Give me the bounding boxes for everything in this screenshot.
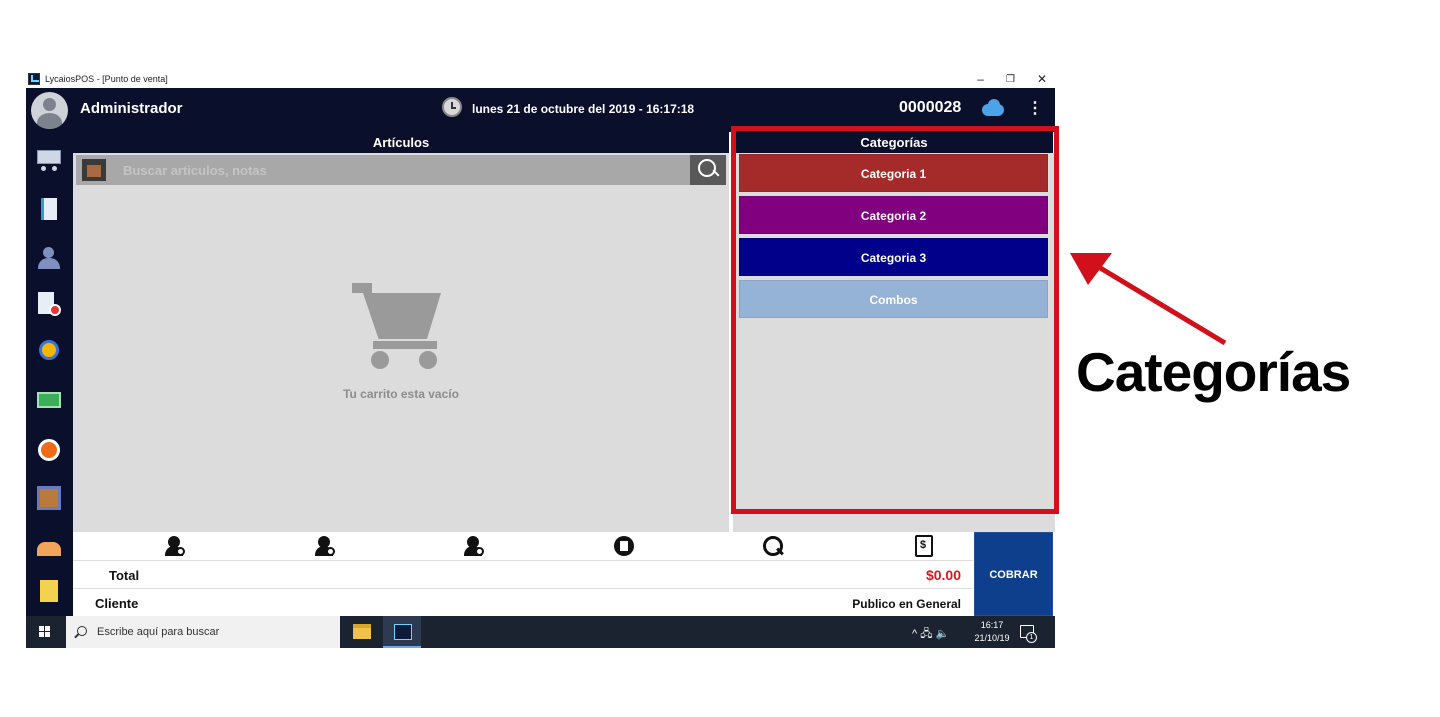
empty-cart-message: Tu carrito esta vacío	[343, 387, 459, 401]
search-customer-icon[interactable]	[314, 536, 335, 556]
team-icon	[37, 542, 61, 556]
client-name[interactable]: Publico en General	[852, 597, 961, 611]
sidebar-item-inventory[interactable]	[37, 486, 61, 510]
file-explorer-icon[interactable]	[353, 624, 371, 639]
document-icon	[41, 198, 57, 220]
search-bar	[76, 155, 726, 185]
cloud-sync-icon[interactable]	[980, 98, 1006, 116]
total-label: Total	[109, 568, 140, 583]
current-datetime: lunes 21 de octubre del 2019 - 16:17:18	[472, 102, 695, 116]
windows-taskbar: Escribe aquí para buscar ^ 🖧 🔈 16:17 21/…	[26, 616, 1055, 648]
taskbar-date: 21/10/19	[974, 633, 1010, 643]
notification-badge: 1	[1026, 632, 1037, 643]
box-icon[interactable]	[82, 159, 106, 181]
clock-icon	[442, 97, 462, 117]
sidebar-item-exit[interactable]	[37, 580, 61, 604]
app-logo-icon	[28, 73, 40, 85]
empty-cart-icon	[347, 279, 447, 379]
inventory-shelf-icon	[37, 486, 61, 510]
taskbar-clock[interactable]: 16:17 21/10/19	[970, 619, 1014, 645]
search-icon	[77, 626, 87, 636]
pos-app-taskbar-icon[interactable]	[383, 616, 421, 648]
user-name: Administrador	[80, 100, 183, 117]
copy-note-icon[interactable]	[614, 536, 634, 556]
highlight-box	[731, 126, 1059, 514]
money-icon	[37, 392, 61, 408]
sidebar-item-top[interactable]	[37, 340, 61, 364]
sidebar-item-team[interactable]	[37, 536, 61, 560]
search-button[interactable]	[690, 155, 726, 185]
taskbar-search-placeholder: Escribe aquí para buscar	[97, 626, 220, 638]
taskbar-search[interactable]: Escribe aquí para buscar	[66, 616, 340, 648]
charge-button[interactable]: COBRAR	[974, 532, 1053, 616]
search-icon[interactable]	[762, 535, 784, 557]
kebab-menu-icon[interactable]: ⋮	[1027, 99, 1043, 119]
minimize-button[interactable]: –	[977, 72, 984, 86]
window-titlebar: LycaiosPOS - [Punto de venta] – ❐ ✕	[26, 70, 1055, 88]
annotation-arrow	[1070, 253, 1227, 346]
top-badge-icon	[39, 340, 59, 360]
add-customer-icon[interactable]	[164, 536, 185, 556]
action-bar	[73, 532, 973, 560]
sidebar-item-customers[interactable]	[37, 246, 61, 270]
sidebar-item-cash[interactable]	[37, 388, 61, 412]
close-button[interactable]: ✕	[1037, 72, 1047, 86]
sidebar	[26, 132, 73, 616]
customers-icon	[43, 247, 54, 258]
screenshot-canvas: LycaiosPOS - [Punto de venta] – ❐ ✕ Admi…	[0, 0, 1440, 717]
annotation-label: Categorías	[1076, 341, 1351, 403]
note-exit-icon	[40, 580, 58, 602]
client-row: Cliente Publico en General	[73, 588, 973, 616]
windows-start-icon[interactable]	[39, 626, 51, 638]
cash-clipboard-icon[interactable]	[915, 535, 933, 557]
timer-icon	[38, 439, 60, 461]
sidebar-item-sales[interactable]	[37, 148, 61, 172]
remove-customer-icon[interactable]	[463, 536, 484, 556]
sidebar-item-timer[interactable]	[37, 438, 61, 462]
search-input[interactable]	[114, 155, 684, 185]
cart-register-icon	[37, 150, 61, 164]
client-label: Cliente	[95, 596, 139, 611]
window-controls: – ❐ ✕	[977, 70, 1047, 88]
restore-button[interactable]: ❐	[1006, 74, 1015, 85]
articles-header: Artículos	[73, 132, 729, 153]
ticket-number: 0000028	[899, 99, 962, 116]
articles-panel: Tu carrito esta vacío	[73, 153, 729, 532]
user-avatar[interactable]	[31, 92, 68, 129]
system-tray-icons[interactable]: ^ 🖧 🔈	[912, 625, 949, 644]
sidebar-item-documents[interactable]	[37, 198, 61, 222]
total-row: Total $0.00	[73, 560, 973, 588]
taskbar-time: 16:17	[980, 620, 1004, 630]
window-title: LycaiosPOS - [Punto de venta]	[45, 74, 168, 84]
sidebar-item-reports[interactable]	[37, 292, 61, 316]
total-amount: $0.00	[925, 567, 961, 583]
